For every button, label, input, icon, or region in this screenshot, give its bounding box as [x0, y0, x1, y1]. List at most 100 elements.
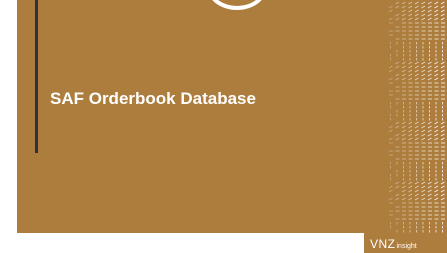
- pattern-stroke: [440, 181, 445, 185]
- pattern-stroke: [414, 133, 419, 137]
- pattern-stroke: [427, 189, 432, 193]
- pattern-stroke: [401, 73, 406, 77]
- pattern-stroke: [414, 69, 419, 73]
- pattern-stroke: [408, 185, 413, 189]
- pattern-stroke: [440, 61, 445, 65]
- pattern-stroke: [434, 73, 439, 77]
- pattern-stroke: [421, 185, 426, 189]
- pattern-stroke: [395, 193, 400, 197]
- pattern-stroke: [414, 185, 419, 189]
- logo-suffix: insight: [396, 243, 417, 250]
- pattern-stroke: [421, 77, 426, 81]
- pattern-stroke: [414, 61, 419, 65]
- pattern-stroke: [401, 61, 406, 65]
- pattern-stroke: [440, 65, 445, 69]
- pattern-stroke: [408, 181, 413, 185]
- pattern-stroke: [434, 181, 439, 185]
- pattern-stroke: [414, 77, 419, 81]
- pattern-stroke: [401, 77, 406, 81]
- pattern-stroke: [421, 9, 426, 13]
- pattern-stroke: [434, 17, 439, 21]
- pattern-stroke: [388, 197, 393, 201]
- pattern-stroke: [414, 73, 419, 77]
- pattern-stroke: [388, 69, 393, 73]
- pattern-stroke: [427, 121, 432, 125]
- pattern-stroke: [427, 125, 432, 129]
- pattern-stroke: [414, 13, 419, 17]
- pattern-stroke: [401, 9, 406, 13]
- pattern-stroke: [408, 137, 413, 141]
- pattern-stroke: [401, 121, 406, 125]
- pattern-stroke: [395, 1, 400, 5]
- pattern-stroke: [408, 65, 413, 69]
- pattern-stroke: [408, 125, 413, 129]
- pattern-stroke: [440, 189, 445, 193]
- pattern-stroke: [401, 69, 406, 73]
- pattern-stroke: [395, 133, 400, 137]
- circle-outline-decoration: [207, 0, 267, 10]
- pattern-stroke: [414, 121, 419, 125]
- pattern-stroke: [414, 189, 419, 193]
- presentation-frame: SAF Orderbook Database VNZinsight: [0, 0, 447, 253]
- pattern-stroke: [421, 189, 426, 193]
- pattern-stroke: [414, 197, 419, 201]
- pattern-stroke: [414, 137, 419, 141]
- pattern-stroke: [414, 9, 419, 13]
- pattern-stroke: [427, 185, 432, 189]
- pattern-stroke: [434, 77, 439, 81]
- pattern-stroke: [440, 17, 445, 21]
- pattern-stroke: [421, 61, 426, 65]
- pattern-stroke: [421, 137, 426, 141]
- pattern-stroke: [388, 189, 393, 193]
- pattern-stroke: [427, 9, 432, 13]
- pattern-stroke: [408, 77, 413, 81]
- pattern-stroke: [401, 133, 406, 137]
- pattern-stroke: [408, 69, 413, 73]
- pattern-stroke: [427, 5, 432, 9]
- pattern-stroke: [401, 5, 406, 9]
- pattern-stroke: [440, 13, 445, 17]
- pattern-stroke: [395, 73, 400, 77]
- pattern-stroke: [388, 125, 393, 129]
- pattern-stroke: [395, 5, 400, 9]
- pattern-stroke: [408, 129, 413, 133]
- pattern-stroke: [401, 125, 406, 129]
- pattern-stroke: [408, 197, 413, 201]
- pattern-stroke: [421, 181, 426, 185]
- pattern-stroke: [421, 1, 426, 5]
- pattern-stroke: [414, 125, 419, 129]
- pattern-stroke: [401, 1, 406, 5]
- pattern-stroke: [395, 13, 400, 17]
- pattern-stroke: [427, 129, 432, 133]
- pattern-stroke: [434, 193, 439, 197]
- pattern-stroke: [440, 125, 445, 129]
- pattern-stroke: [440, 69, 445, 73]
- pattern-stroke: [427, 77, 432, 81]
- pattern-stroke: [421, 129, 426, 133]
- pattern-stroke: [421, 17, 426, 21]
- pattern-stroke: [421, 133, 426, 137]
- pattern-stroke: [414, 1, 419, 5]
- pattern-stroke: [395, 185, 400, 189]
- pattern-stroke: [414, 181, 419, 185]
- pattern-stroke: [440, 137, 445, 141]
- vertical-accent-line: [35, 0, 38, 153]
- logo-brand: VNZ: [370, 237, 396, 251]
- pattern-stroke: [395, 121, 400, 125]
- pattern-stroke: [427, 73, 432, 77]
- pattern-stroke: [427, 61, 432, 65]
- pattern-stroke: [401, 197, 406, 201]
- pattern-stroke: [434, 133, 439, 137]
- pattern-stroke: [434, 189, 439, 193]
- pattern-stroke: [434, 65, 439, 69]
- pattern-stroke: [434, 185, 439, 189]
- pattern-stroke: [388, 129, 393, 133]
- pattern-stroke: [440, 9, 445, 13]
- pattern-stroke: [401, 129, 406, 133]
- brand-logo: VNZinsight: [370, 236, 417, 252]
- pattern-stroke: [427, 133, 432, 137]
- pattern-stroke: [408, 193, 413, 197]
- pattern-stroke: [401, 193, 406, 197]
- pattern-stroke: [440, 129, 445, 133]
- pattern-stroke: [395, 137, 400, 141]
